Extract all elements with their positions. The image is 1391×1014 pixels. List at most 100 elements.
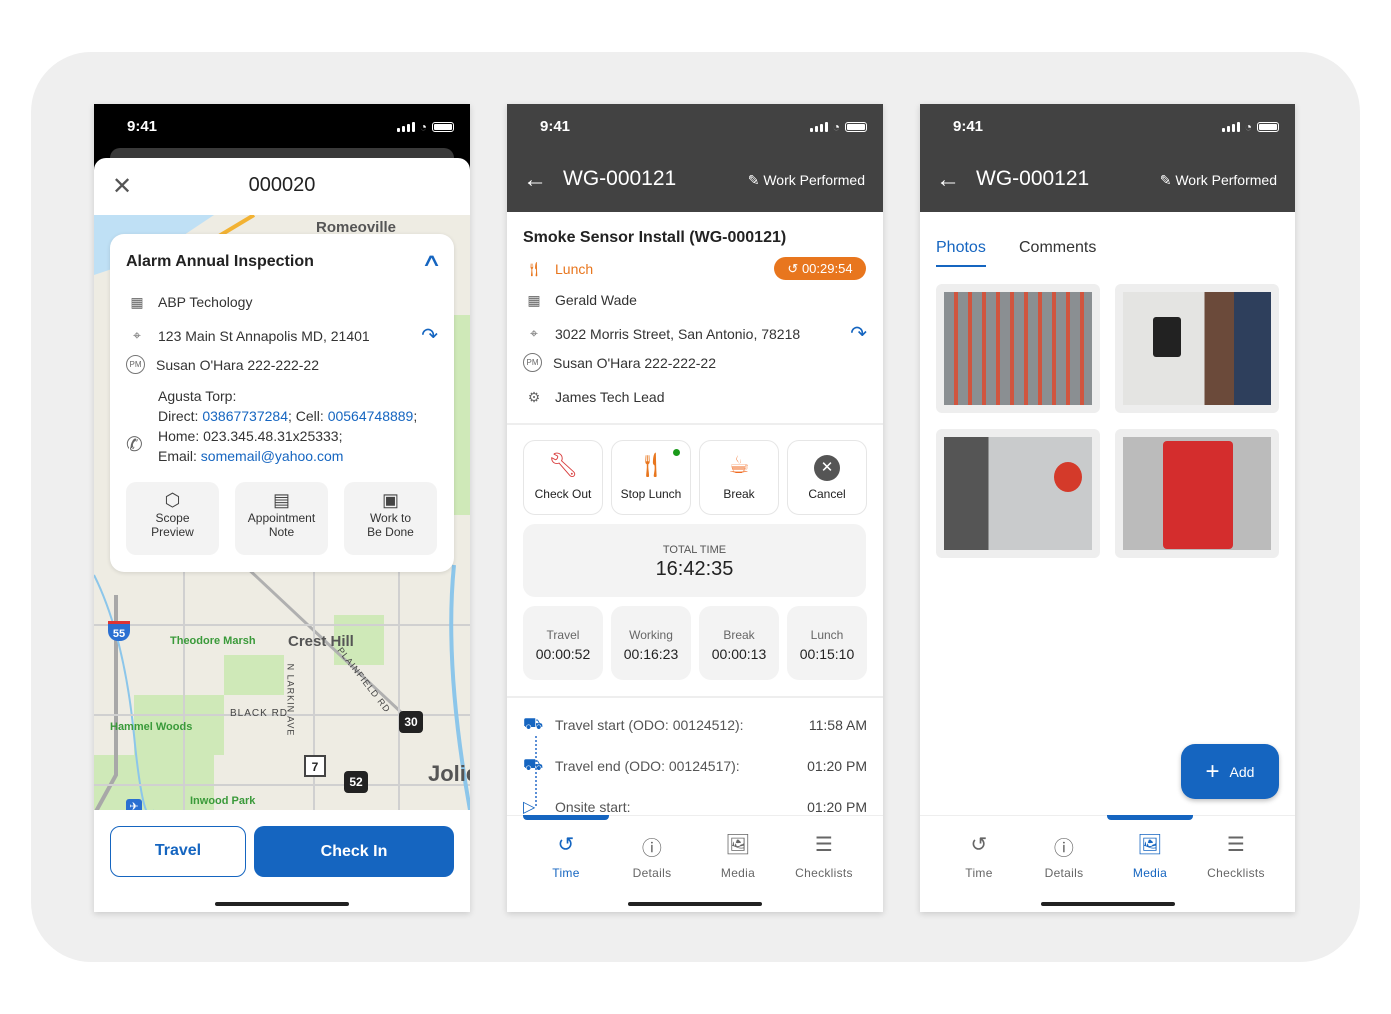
pencil-icon: ✎ [747,172,760,188]
map-label: BLACK RD [230,708,289,719]
work-performed-button[interactable]: ✎ Work Performed [1160,172,1277,189]
home-indicator [628,902,762,906]
check-in-button[interactable]: Check In [254,826,454,877]
battery-icon [432,122,454,132]
battery-icon [845,122,867,132]
divider [507,423,883,425]
directions-icon[interactable]: ↷ [850,321,867,346]
divider [507,696,883,698]
play-icon: ▷ [523,799,536,816]
interstate-shield: 55 [108,621,130,641]
status-icons: ◔ [1221,120,1279,134]
status-label: Lunch [555,261,594,277]
home-indicator [1041,902,1175,906]
btn-label: Appointment [247,511,316,525]
add-label: Add [1229,763,1255,780]
photo-thumbnail[interactable] [1115,429,1279,558]
address: 3022 Morris Street, San Antonio, 78218 [555,325,801,342]
work-order-number: WG-000121 [976,167,1090,190]
photo-image [1123,437,1271,550]
chevron-up-icon[interactable]: ∧ [421,250,442,271]
photo-image [944,292,1092,405]
back-arrow-icon[interactable]: ← [523,166,547,194]
timeline-item: ⛟ Travel end (ODO: 00124517): 01:20 PM [523,756,867,776]
signal-icon [396,122,415,132]
tab-details[interactable]: ⓘ Details [609,816,695,880]
stat-value: 00:00:13 [711,646,767,662]
history-icon: ↺ [970,834,988,856]
pm-icon: PM [523,353,542,372]
appointment-note-button[interactable]: ▤ Appointment Note [235,482,328,555]
calendar-note-icon: ▤ [272,490,290,510]
timeline-label: Travel start (ODO: 00124512): [555,717,744,733]
wifi-icon: ◔ [1244,120,1252,134]
location-pin-icon: ⌖ [133,327,141,343]
break-button[interactable]: ☕︎ Break [699,440,779,515]
tab-label: Time [552,866,580,880]
total-time-panel: TOTAL TIME 16:42:35 [523,524,866,597]
btn-label: Be Done [367,525,414,539]
check-out-button[interactable]: 🔧︎ Check Out [523,440,603,515]
email-link[interactable]: somemail@yahoo.com [201,448,344,464]
photo-image [944,437,1092,550]
tab-time[interactable]: ↺ Time [523,816,609,880]
company-row: ▦ ABP Techology [126,291,252,313]
building-icon: ▦ [130,293,144,310]
checklist-icon: ☰ [1226,834,1246,856]
phone-icon: ✆ [126,434,143,456]
layers-icon: ⬡ [164,490,181,510]
tab-media[interactable]: 🖼︎ Media [1107,816,1193,880]
stat-break: Break 00:00:13 [699,606,779,680]
image-gallery-icon: 🖼︎ [1137,834,1163,856]
route-shield: 52 [344,771,368,793]
stat-label: Travel [546,628,580,642]
btn-label: Note [268,525,295,539]
photo-thumbnail[interactable] [936,284,1100,413]
tab-photos[interactable]: Photos [936,239,986,267]
photo-thumbnail[interactable] [936,429,1100,558]
work-order-number: WG-000121 [563,167,677,190]
btn-label: Cancel [808,487,846,501]
tab-checklists[interactable]: ☰ Checklists [1193,816,1279,880]
scope-preview-button[interactable]: ⬡ Scope Preview [126,482,219,555]
back-arrow-icon[interactable]: ← [936,166,960,194]
cancel-button[interactable]: ✕ Cancel [787,440,867,515]
plus-icon: + [1205,757,1220,785]
tab-media[interactable]: 🖼︎ Media [695,816,781,880]
tech-row: ▦ Gerald Wade [523,289,637,311]
tab-comments[interactable]: Comments [1019,239,1096,257]
map-label: Hammel Woods [110,721,193,733]
toolbox-icon: ▣ [381,490,399,510]
home-indicator [215,902,349,906]
add-button[interactable]: + Add [1181,744,1279,799]
bottom-tab-bar: ↺ Time ⓘ Details 🖼︎ Media ☰ Checklists [507,815,883,912]
map-label: N LARKIN AVE [285,663,296,737]
travel-button[interactable]: Travel [110,826,246,877]
directions-icon[interactable]: ↷ [421,323,438,348]
page-title: 000020 [248,174,316,196]
photo-thumbnail[interactable] [1115,284,1279,413]
photo-image [1123,292,1271,405]
tab-time[interactable]: ↺ Time [936,816,1022,880]
job-title: Smoke Sensor Install (WG-000121) [523,229,787,246]
signal-icon [1221,122,1240,132]
email-label: Email: [158,448,201,464]
stop-lunch-button[interactable]: 🍴︎ Stop Lunch [611,440,691,515]
work-performed-label: Work Performed [763,172,865,188]
work-performed-button[interactable]: ✎ Work Performed [748,172,865,189]
phone-time-tracking: 9:41 ◔ ← WG-000121 ✎ Work Performed Smok… [507,104,883,912]
work-to-be-done-button[interactable]: ▣ Work to Be Done [344,482,437,555]
tab-checklists[interactable]: ☰ Checklists [781,816,867,880]
tech-lead: James Tech Lead [555,389,665,405]
stat-value: 00:16:23 [623,646,679,662]
direct-phone-link[interactable]: 03867737284 [202,408,288,424]
tab-details[interactable]: ⓘ Details [1021,816,1107,880]
cell-label: ; Cell: [288,408,328,424]
stat-value: 00:00:52 [535,646,591,662]
info-icon: ⓘ [1053,838,1075,860]
stat-label: Break [723,628,755,642]
btn-label: Check Out [534,487,592,501]
card-title: Alarm Annual Inspection [126,253,314,270]
map-label: Jolie [428,761,470,786]
cell-phone-link[interactable]: 00564748889 [328,408,414,424]
